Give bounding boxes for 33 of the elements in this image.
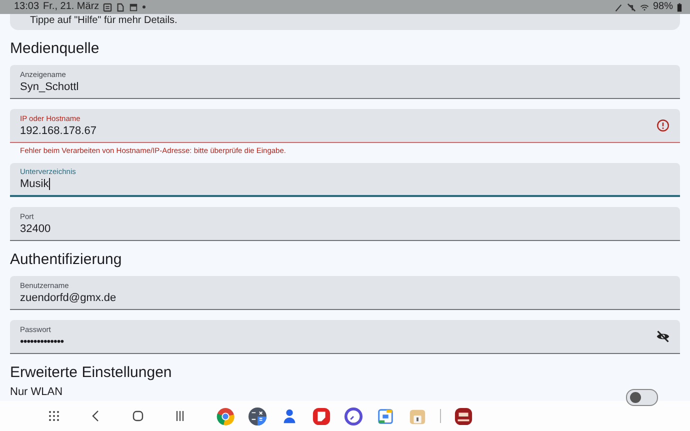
- clock-icon[interactable]: [344, 406, 363, 426]
- error-icon: [656, 119, 670, 132]
- calculator-icon[interactable]: [248, 406, 267, 426]
- field-value: Musik: [20, 177, 51, 191]
- clock-text: 13:03: [14, 0, 40, 14]
- field-value: 192.168.178.67: [20, 124, 98, 138]
- setting-label: Nur WLAN: [10, 386, 63, 399]
- pen-icon: [614, 2, 623, 12]
- mute-icon: [626, 2, 636, 12]
- battery-icon: [677, 2, 682, 12]
- section-heading: Medienquelle: [10, 40, 100, 58]
- home-icon[interactable]: [132, 410, 144, 422]
- calendar-icon[interactable]: [376, 406, 395, 426]
- date-text: Fr., 21. März: [43, 0, 100, 14]
- note-icon[interactable]: [312, 406, 331, 426]
- eye-off-icon[interactable]: [656, 330, 670, 343]
- field-value: •••••••••••••: [20, 334, 65, 348]
- browser-icon[interactable]: [216, 406, 235, 426]
- toggle-switch[interactable]: [626, 389, 658, 406]
- section-heading: Erweiterte Einstellungen: [10, 364, 173, 382]
- field-value: Syn_Schottl: [20, 80, 80, 94]
- apps-grid-icon[interactable]: [48, 410, 60, 422]
- battery-text: 98%: [652, 0, 673, 14]
- recents-icon[interactable]: [174, 410, 186, 422]
- section-heading: Authentifizierung: [10, 251, 123, 269]
- notification-icon: [103, 2, 112, 12]
- image-icon: [129, 2, 138, 12]
- more-dot-icon: [142, 5, 146, 9]
- field-value: zuendorfd@gmx.de: [20, 290, 118, 304]
- notification-icon: [116, 2, 126, 12]
- wifi-icon: [640, 2, 649, 12]
- hint-text: Tippe auf "Hilfe" für mehr Details.: [30, 15, 178, 27]
- field-value: 32400: [20, 222, 52, 236]
